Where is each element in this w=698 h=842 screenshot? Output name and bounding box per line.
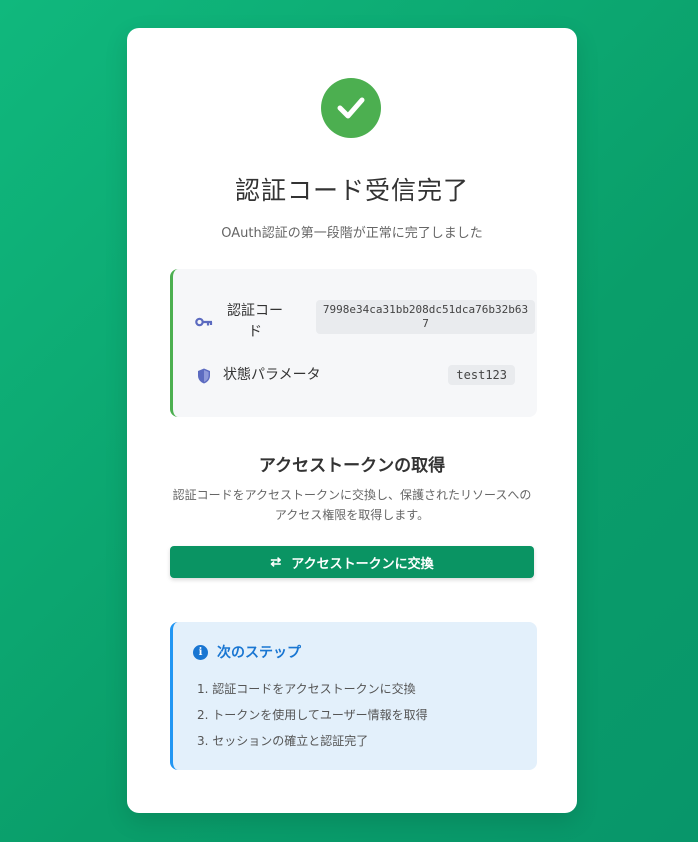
check-circle-icon [321, 78, 381, 138]
auth-code-row: 認証コード 7998e34ca31bb208dc51dca76b32b637 [195, 300, 535, 343]
exchange-token-button[interactable]: ⇄ アクセストークンに交換 [170, 546, 534, 578]
list-item: 1. 認証コードをアクセストークンに交換 [197, 682, 416, 696]
list-item: 2. トークンを使用してユーザー情報を取得 [197, 708, 428, 722]
key-icon [195, 313, 213, 331]
next-steps-panel: i 次のステップ 1. 認証コードをアクセストークンに交換 2. トークンを使用… [170, 622, 537, 770]
exchange-icon: ⇄ [270, 554, 282, 569]
page-title: 認証コード受信完了 [234, 176, 469, 205]
next-steps-list: 1. 認証コードをアクセストークンに交換 2. トークンを使用してユーザー情報を… [197, 676, 428, 754]
info-icon: i [193, 644, 208, 660]
token-section-description: 認証コードをアクセストークンに交換し、保護されたリソースへのアクセス権限を取得し… [172, 488, 532, 522]
state-param-value: test123 [448, 365, 515, 385]
shield-icon [195, 367, 213, 385]
result-card: 認証コード受信完了 OAuth認証の第一段階が正常に完了しました 認証コード 7… [127, 28, 577, 813]
auth-code-value: 7998e34ca31bb208dc51dca76b32b637 [316, 300, 535, 334]
next-steps-title: 次のステップ [217, 645, 301, 661]
state-param-label: 状態パラメータ [223, 367, 321, 383]
state-param-row: 状態パラメータ test123 [195, 365, 515, 386]
exchange-token-button-label: アクセストークンに交換 [291, 555, 434, 571]
list-item: 3. セッションの確立と認証完了 [197, 734, 369, 748]
page-subtitle: OAuth認証の第一段階が正常に完了しました [221, 226, 483, 241]
token-section-title: アクセストークンの取得 [258, 456, 446, 476]
auth-code-label: 認証コード [227, 303, 283, 340]
auth-details-panel: 認証コード 7998e34ca31bb208dc51dca76b32b637 状… [170, 269, 537, 417]
